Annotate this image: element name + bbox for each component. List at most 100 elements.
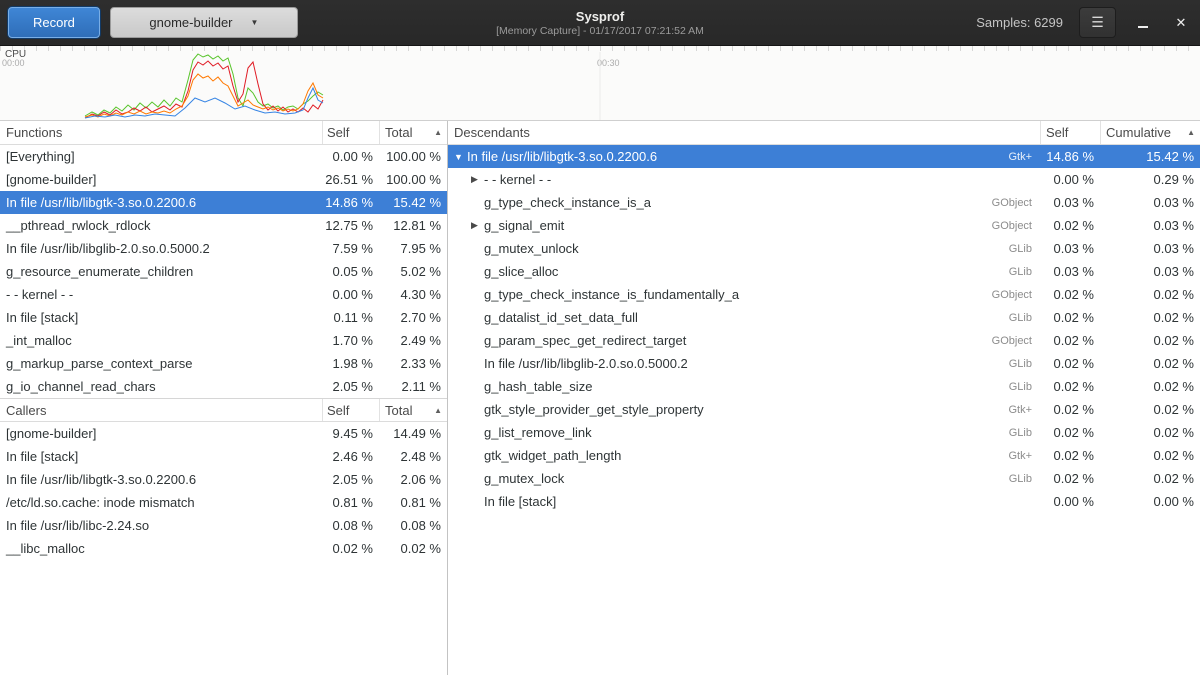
table-row[interactable]: [gnome-builder]26.51 %100.00 %: [0, 168, 447, 191]
close-button[interactable]: ✕: [1170, 12, 1192, 34]
descendant-name-cell: g_slice_alloc GLib: [448, 264, 1040, 279]
tree-row[interactable]: gtk_widget_path_lengthGtk+0.02 %0.02 %: [448, 444, 1200, 467]
descendant-name-cell: gtk_widget_path_lengthGtk+: [448, 448, 1040, 463]
tree-row[interactable]: In file [stack]0.00 %0.00 %: [448, 490, 1200, 513]
tree-row[interactable]: g_datalist_id_set_data_fullGLib0.02 %0.0…: [448, 306, 1200, 329]
callers-total-column-header[interactable]: Total ▲: [379, 399, 447, 421]
self-percent: 14.86 %: [1040, 149, 1100, 164]
library-badge: Gtk+: [1008, 151, 1040, 163]
library-badge: GObject: [992, 289, 1040, 301]
self-percent: 2.05 %: [322, 379, 379, 394]
table-row[interactable]: g_markup_parse_context_parse1.98 %2.33 %: [0, 352, 447, 375]
cumulative-percent: 0.00 %: [1100, 494, 1200, 509]
tree-row[interactable]: ▼In file /usr/lib/libgtk-3.so.0.2200.6Gt…: [448, 145, 1200, 168]
table-row[interactable]: [gnome-builder]9.45 %14.49 %: [0, 422, 447, 445]
callers-table-body: [gnome-builder]9.45 %14.49 %In file [sta…: [0, 422, 447, 560]
table-row[interactable]: /etc/ld.so.cache: inode mismatch0.81 %0.…: [0, 491, 447, 514]
table-row[interactable]: _int_malloc1.70 %2.49 %: [0, 329, 447, 352]
tree-row[interactable]: g_mutex_unlockGLib0.03 %0.03 %: [448, 237, 1200, 260]
target-selector[interactable]: gnome-builder ▼: [110, 7, 298, 38]
tree-row[interactable]: g_hash_table_sizeGLib0.02 %0.02 %: [448, 375, 1200, 398]
tree-row[interactable]: g_type_check_instance_is_aGObject0.03 %0…: [448, 191, 1200, 214]
table-row[interactable]: g_io_channel_read_chars2.05 %2.11 %: [0, 375, 447, 398]
total-percent: 2.11 %: [379, 379, 447, 394]
function-name: g_io_channel_read_chars: [0, 379, 322, 394]
record-button[interactable]: Record: [8, 7, 100, 38]
function-name: [gnome-builder]: [0, 172, 322, 187]
descendants-cumulative-column-header[interactable]: Cumulative ▲: [1100, 121, 1200, 144]
expander-closed-icon[interactable]: ▶: [469, 174, 484, 185]
function-name: g_resource_enumerate_children: [0, 264, 322, 279]
table-row[interactable]: In file /usr/lib/libgtk-3.so.0.2200.614.…: [0, 191, 447, 214]
descendants-column-header[interactable]: Descendants: [448, 121, 1040, 144]
library-badge: GLib: [1009, 427, 1040, 439]
table-row[interactable]: In file /usr/lib/libglib-2.0.so.0.5000.2…: [0, 237, 447, 260]
table-row[interactable]: __pthread_rwlock_rdlock12.75 %12.81 %: [0, 214, 447, 237]
minimize-icon: [1138, 26, 1148, 28]
functions-column-header[interactable]: Functions: [0, 121, 322, 144]
functions-total-column-header[interactable]: Total ▲: [379, 121, 447, 144]
tree-row[interactable]: ▶g_signal_emitGObject0.02 %0.03 %: [448, 214, 1200, 237]
function-name: g_mutex_lock: [484, 471, 564, 486]
table-row[interactable]: - - kernel - -0.00 %4.30 %: [0, 283, 447, 306]
total-percent: 5.02 %: [379, 264, 447, 279]
callers-column-header[interactable]: Callers: [0, 399, 322, 421]
total-percent: 0.08 %: [379, 518, 447, 533]
menu-button[interactable]: ☰: [1079, 7, 1116, 38]
tree-row[interactable]: In file /usr/lib/libglib-2.0.so.0.5000.2…: [448, 352, 1200, 375]
total-percent: 0.02 %: [379, 541, 447, 556]
library-badge: GLib: [1009, 266, 1040, 278]
cumulative-percent: 0.02 %: [1100, 356, 1200, 371]
library-badge: GLib: [1009, 381, 1040, 393]
table-row[interactable]: In file /usr/lib/libc-2.24.so0.08 %0.08 …: [0, 514, 447, 537]
self-percent: 0.00 %: [322, 287, 379, 302]
descendant-name-cell: g_list_remove_linkGLib: [448, 425, 1040, 440]
descendants-self-column-header[interactable]: Self: [1040, 121, 1100, 144]
table-row[interactable]: g_resource_enumerate_children0.05 %5.02 …: [0, 260, 447, 283]
function-name: In file [stack]: [0, 310, 322, 325]
tree-row[interactable]: gtk_style_provider_get_style_propertyGtk…: [448, 398, 1200, 421]
tree-row[interactable]: g_slice_allocGLib0.03 %0.03 %: [448, 260, 1200, 283]
table-row[interactable]: [Everything]0.00 %100.00 %: [0, 145, 447, 168]
expander-closed-icon[interactable]: ▶: [469, 220, 484, 231]
functions-self-column-header[interactable]: Self: [322, 121, 379, 144]
self-percent: 0.00 %: [1040, 494, 1100, 509]
header-bar: Record gnome-builder ▼ Sysprof [Memory C…: [0, 0, 1200, 46]
tree-row[interactable]: ▶- - kernel - -0.00 %0.29 %: [448, 168, 1200, 191]
minimize-button[interactable]: [1132, 12, 1154, 34]
library-badge: GLib: [1009, 473, 1040, 485]
tree-row[interactable]: g_param_spec_get_redirect_targetGObject0…: [448, 329, 1200, 352]
sort-indicator-icon: ▲: [434, 128, 442, 137]
callers-self-column-header[interactable]: Self: [322, 399, 379, 421]
tree-row[interactable]: g_type_check_instance_is_fundamentally_a…: [448, 283, 1200, 306]
cpu-graph[interactable]: CPU 00:00 00:30: [0, 46, 1200, 121]
total-percent: 4.30 %: [379, 287, 447, 302]
table-row[interactable]: In file [stack]2.46 %2.48 %: [0, 445, 447, 468]
function-name: In file /usr/lib/libgtk-3.so.0.2200.6: [0, 472, 322, 487]
descendant-name-cell: g_datalist_id_set_data_fullGLib: [448, 310, 1040, 325]
table-row[interactable]: In file /usr/lib/libgtk-3.so.0.2200.62.0…: [0, 468, 447, 491]
function-name: - - kernel - -: [484, 172, 551, 187]
tree-row[interactable]: g_list_remove_linkGLib0.02 %0.02 %: [448, 421, 1200, 444]
descendant-name-cell: ▼In file /usr/lib/libgtk-3.so.0.2200.6Gt…: [448, 149, 1040, 164]
function-name: g_slice_alloc: [484, 264, 558, 279]
function-name: g_mutex_unlock: [484, 241, 579, 256]
function-name: _int_malloc: [0, 333, 322, 348]
sort-indicator-icon: ▲: [434, 406, 442, 415]
expander-open-icon[interactable]: ▼: [452, 152, 467, 162]
function-name: In file /usr/lib/libgtk-3.so.0.2200.6: [0, 195, 322, 210]
function-name: In file /usr/lib/libglib-2.0.so.0.5000.2: [0, 241, 322, 256]
tree-row[interactable]: g_mutex_lockGLib0.02 %0.02 %: [448, 467, 1200, 490]
library-badge: GLib: [1009, 312, 1040, 324]
function-name: In file [stack]: [0, 449, 322, 464]
function-name: g_signal_emit: [484, 218, 564, 233]
cumulative-percent: 0.02 %: [1100, 471, 1200, 486]
cumulative-percent: 0.03 %: [1100, 241, 1200, 256]
cumulative-percent: 0.02 %: [1100, 287, 1200, 302]
self-percent: 0.02 %: [322, 541, 379, 556]
table-row[interactable]: In file [stack]0.11 %2.70 %: [0, 306, 447, 329]
table-row[interactable]: __libc_malloc0.02 %0.02 %: [0, 537, 447, 560]
total-percent: 14.49 %: [379, 426, 447, 441]
self-percent: 0.81 %: [322, 495, 379, 510]
total-percent: 2.70 %: [379, 310, 447, 325]
